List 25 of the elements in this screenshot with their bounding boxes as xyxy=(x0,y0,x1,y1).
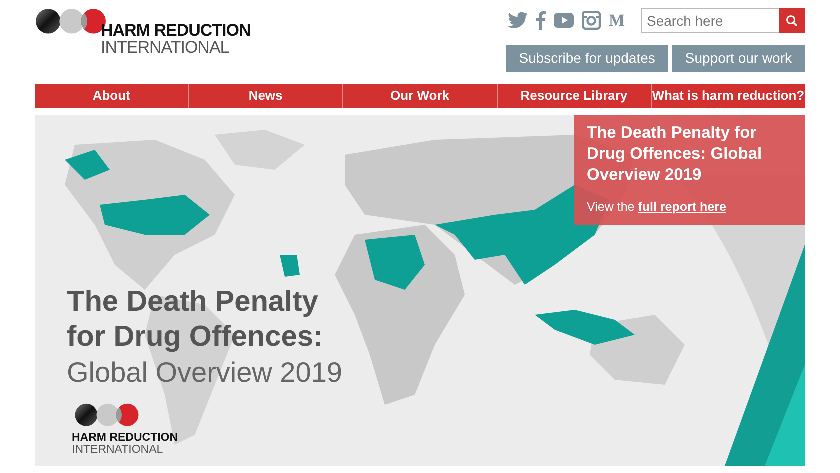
banner-subheading: Global Overview 2019 xyxy=(67,356,342,390)
report-link[interactable]: full report here xyxy=(638,200,726,214)
search-field[interactable]: Search here xyxy=(641,8,779,33)
logo-text: HARM REDUCTION xyxy=(101,22,251,39)
logo-text: HARM REDUCTION xyxy=(72,432,178,444)
callout-text: View the xyxy=(587,200,636,214)
logo-text: INTERNATIONAL xyxy=(101,39,230,56)
banner-heading: The Death Penalty xyxy=(67,285,318,320)
nav-link[interactable]: Our Work xyxy=(343,84,498,108)
banner-heading: for Drug Offences: xyxy=(67,320,324,355)
video-play-icon[interactable] xyxy=(554,13,574,28)
header-button[interactable]: Subscribe for updates xyxy=(506,45,668,72)
nav-link[interactable]: Resource Library xyxy=(498,84,652,108)
social-link[interactable]: M xyxy=(608,12,625,29)
twitter-icon[interactable] xyxy=(508,12,528,29)
camera-icon[interactable] xyxy=(582,11,601,30)
facebook-icon[interactable] xyxy=(536,11,546,30)
header-button[interactable]: Support our work xyxy=(672,45,805,72)
search-button[interactable] xyxy=(779,8,805,33)
logo-text: INTERNATIONAL xyxy=(72,444,164,456)
search-icon xyxy=(786,14,798,26)
nav-link[interactable]: About xyxy=(35,84,190,108)
nav-link[interactable]: News xyxy=(189,84,344,108)
nav-link[interactable]: What is harm reduction? xyxy=(652,84,806,108)
callout-title: The Death Penalty for Drug Offences: Global Overview 2019 xyxy=(587,123,764,186)
